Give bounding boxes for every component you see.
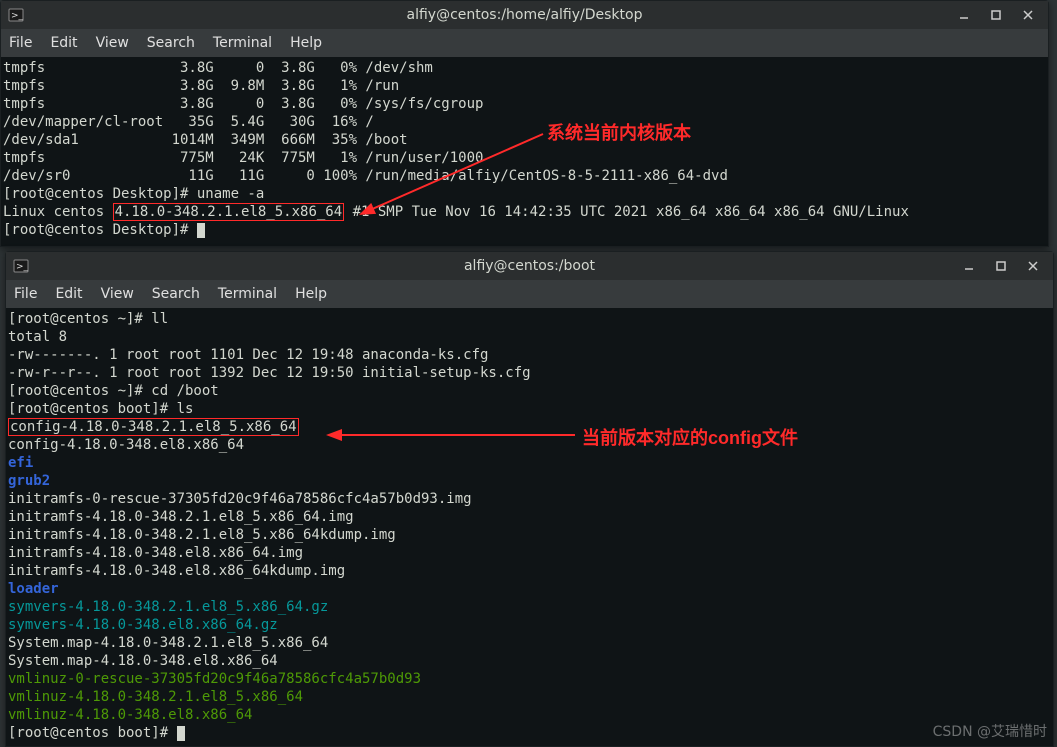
close-button[interactable] bbox=[1025, 258, 1041, 274]
menubar: File Edit View Search Terminal Help bbox=[6, 280, 1053, 308]
terminal-line: -rw-r--r--. 1 root root 1392 Dec 12 19:5… bbox=[8, 364, 1049, 382]
menu-search[interactable]: Search bbox=[152, 286, 200, 302]
titlebar[interactable]: >_ alfiy@centos:/home/alfiy/Desktop bbox=[1, 1, 1048, 29]
terminal-line: symvers-4.18.0-348.2.1.el8_5.x86_64.gz bbox=[8, 598, 1049, 616]
terminal-window-boot: >_ alfiy@centos:/boot File Edit View Sea… bbox=[5, 251, 1054, 747]
terminal-line: System.map-4.18.0-348.el8.x86_64 bbox=[8, 652, 1049, 670]
window-title: alfiy@centos:/boot bbox=[6, 258, 1053, 274]
minimize-button[interactable] bbox=[961, 258, 977, 274]
terminal-line: System.map-4.18.0-348.2.1.el8_5.x86_64 bbox=[8, 634, 1049, 652]
terminal-line: [root@centos Desktop]# uname -a bbox=[3, 185, 1044, 203]
terminal-line: config-4.18.0-348.2.1.el8_5.x86_64 bbox=[8, 418, 1049, 436]
terminal-prompt: [root@centos Desktop]# bbox=[3, 221, 1044, 239]
terminal-line: [root@centos ~]# cd /boot bbox=[8, 382, 1049, 400]
annotation-config-label: 当前版本对应的config文件 bbox=[582, 424, 798, 450]
svg-text:>_: >_ bbox=[11, 11, 24, 21]
terminal-line: initramfs-4.18.0-348.el8.x86_64.img bbox=[8, 544, 1049, 562]
terminal-line: -rw-------. 1 root root 1101 Dec 12 19:4… bbox=[8, 346, 1049, 364]
terminal-line: Linux centos 4.18.0-348.2.1.el8_5.x86_64… bbox=[3, 203, 1044, 221]
terminal-line: loader bbox=[8, 580, 1049, 598]
terminal-app-icon: >_ bbox=[7, 6, 25, 24]
titlebar[interactable]: >_ alfiy@centos:/boot bbox=[6, 252, 1053, 280]
terminal-line: symvers-4.18.0-348.el8.x86_64.gz bbox=[8, 616, 1049, 634]
terminal-line: [root@centos boot]# ls bbox=[8, 400, 1049, 418]
svg-text:>_: >_ bbox=[16, 262, 29, 272]
terminal-line: tmpfs 3.8G 9.8M 3.8G 1% /run bbox=[3, 77, 1044, 95]
terminal-body[interactable]: [root@centos ~]# lltotal 8-rw-------. 1 … bbox=[6, 308, 1053, 746]
menubar: File Edit View Search Terminal Help bbox=[1, 29, 1048, 57]
menu-help[interactable]: Help bbox=[290, 35, 322, 51]
terminal-line: initramfs-4.18.0-348.2.1.el8_5.x86_64.im… bbox=[8, 508, 1049, 526]
terminal-line: initramfs-0-rescue-37305fd20c9f46a78586c… bbox=[8, 490, 1049, 508]
terminal-line: /dev/sr0 11G 11G 0 100% /run/media/alfiy… bbox=[3, 167, 1044, 185]
kernel-version-highlight: 4.18.0-348.2.1.el8_5.x86_64 bbox=[113, 203, 345, 221]
maximize-button[interactable] bbox=[988, 7, 1004, 23]
menu-view[interactable]: View bbox=[96, 35, 129, 51]
window-title: alfiy@centos:/home/alfiy/Desktop bbox=[1, 7, 1048, 23]
terminal-line: initramfs-4.18.0-348.el8.x86_64kdump.img bbox=[8, 562, 1049, 580]
terminal-window-desktop: >_ alfiy@centos:/home/alfiy/Desktop File… bbox=[0, 0, 1049, 247]
terminal-line: vmlinuz-0-rescue-37305fd20c9f46a78586cfc… bbox=[8, 670, 1049, 688]
menu-terminal[interactable]: Terminal bbox=[213, 35, 272, 51]
terminal-line: initramfs-4.18.0-348.2.1.el8_5.x86_64kdu… bbox=[8, 526, 1049, 544]
terminal-body[interactable]: tmpfs 3.8G 0 3.8G 0% /dev/shmtmpfs 3.8G … bbox=[1, 57, 1048, 246]
menu-file[interactable]: File bbox=[14, 286, 37, 302]
cursor bbox=[197, 223, 205, 238]
terminal-line: grub2 bbox=[8, 472, 1049, 490]
menu-terminal[interactable]: Terminal bbox=[218, 286, 277, 302]
terminal-line: /dev/mapper/cl-root 35G 5.4G 30G 16% / bbox=[3, 113, 1044, 131]
terminal-line: [root@centos ~]# ll bbox=[8, 310, 1049, 328]
maximize-button[interactable] bbox=[993, 258, 1009, 274]
watermark: CSDN @艾瑞惜时 bbox=[933, 721, 1047, 741]
terminal-line: tmpfs 3.8G 0 3.8G 0% /sys/fs/cgroup bbox=[3, 95, 1044, 113]
minimize-button[interactable] bbox=[956, 7, 972, 23]
close-button[interactable] bbox=[1020, 7, 1036, 23]
terminal-line: total 8 bbox=[8, 328, 1049, 346]
menu-edit[interactable]: Edit bbox=[50, 35, 77, 51]
terminal-line: /dev/sda1 1014M 349M 666M 35% /boot bbox=[3, 131, 1044, 149]
terminal-prompt: [root@centos boot]# bbox=[8, 724, 1049, 742]
menu-help[interactable]: Help bbox=[295, 286, 327, 302]
terminal-line: vmlinuz-4.18.0-348.el8.x86_64 bbox=[8, 706, 1049, 724]
terminal-app-icon: >_ bbox=[12, 257, 30, 275]
terminal-line: vmlinuz-4.18.0-348.2.1.el8_5.x86_64 bbox=[8, 688, 1049, 706]
menu-file[interactable]: File bbox=[9, 35, 32, 51]
menu-view[interactable]: View bbox=[101, 286, 134, 302]
terminal-line: efi bbox=[8, 454, 1049, 472]
terminal-line: config-4.18.0-348.el8.x86_64 bbox=[8, 436, 1049, 454]
terminal-line: tmpfs 3.8G 0 3.8G 0% /dev/shm bbox=[3, 59, 1044, 77]
terminal-line: tmpfs 775M 24K 775M 1% /run/user/1000 bbox=[3, 149, 1044, 167]
annotation-kernel-label: 系统当前内核版本 bbox=[547, 119, 691, 145]
menu-edit[interactable]: Edit bbox=[55, 286, 82, 302]
menu-search[interactable]: Search bbox=[147, 35, 195, 51]
cursor bbox=[177, 726, 185, 741]
config-file-highlight: config-4.18.0-348.2.1.el8_5.x86_64 bbox=[8, 418, 299, 436]
